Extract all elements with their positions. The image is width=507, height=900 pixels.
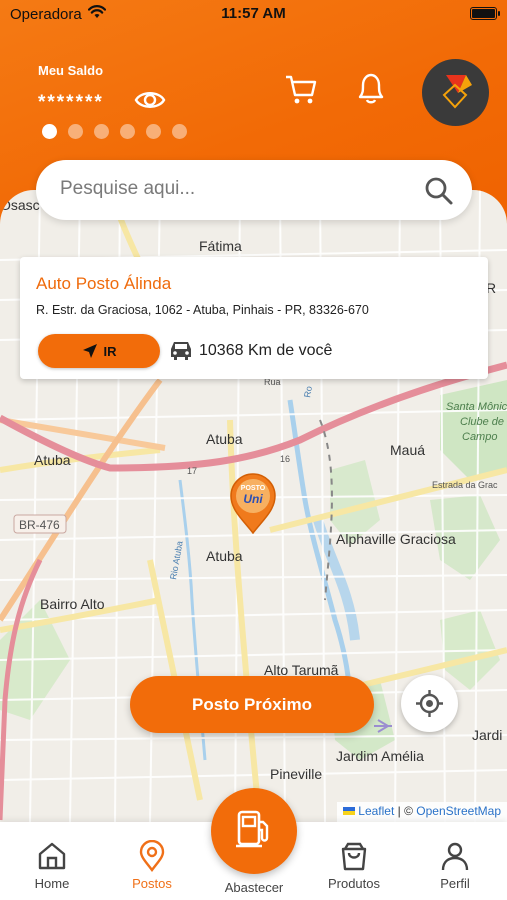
map-label-atuba: Atuba bbox=[206, 431, 243, 447]
crosshair-icon bbox=[416, 690, 443, 717]
navigation-arrow-icon bbox=[82, 344, 97, 358]
shopping-bag-icon bbox=[341, 842, 367, 871]
nav-produtos[interactable]: Produtos bbox=[314, 840, 394, 891]
map-label-maua: Mauá bbox=[390, 442, 425, 458]
pin-label-brand: Uni bbox=[243, 492, 263, 506]
map-label-road-17: 17 bbox=[187, 466, 197, 476]
map-label-santa-monica: Campo bbox=[462, 431, 497, 443]
map-label-estrada: Estrada da Grac bbox=[432, 480, 498, 490]
distance-text: 10368 Km de você bbox=[199, 342, 333, 359]
nearest-station-button[interactable]: Posto Próximo bbox=[130, 676, 374, 733]
station-name: Auto Posto Álinda bbox=[36, 274, 172, 293]
map-label-rio-atuba: Rio Atuba bbox=[168, 540, 185, 580]
map-label-osasco: Osasc bbox=[0, 197, 40, 213]
map-label-santa-monica: Clube de bbox=[460, 416, 504, 428]
user-icon bbox=[441, 842, 469, 871]
map-label-road-16: 16 bbox=[280, 454, 290, 464]
nav-home-label: Home bbox=[34, 876, 70, 891]
map-label-jardim-amelia: Jardim Amélia bbox=[336, 748, 424, 764]
nav-postos[interactable]: Postos bbox=[112, 840, 192, 891]
map-label-pineville: Pineville bbox=[270, 766, 322, 782]
search-icon[interactable] bbox=[424, 176, 454, 206]
go-label: IR bbox=[103, 343, 117, 359]
map-label-atuba: Atuba bbox=[206, 548, 243, 564]
status-bar: Operadora 11:57 AM bbox=[0, 0, 507, 30]
brand-logo[interactable] bbox=[422, 59, 489, 126]
carousel-dot[interactable] bbox=[120, 124, 135, 139]
map-label-alphaville: Alphaville Graciosa bbox=[336, 531, 456, 547]
nav-abastecer-label: Abastecer bbox=[224, 880, 284, 895]
attribution-separator: | © bbox=[394, 804, 417, 818]
map-label-fatima: Fátima bbox=[199, 238, 242, 254]
clock: 11:57 AM bbox=[221, 5, 286, 22]
carousel-dot[interactable] bbox=[172, 124, 187, 139]
nav-produtos-label: Produtos bbox=[327, 876, 381, 891]
cart-icon[interactable] bbox=[284, 72, 318, 106]
map-label-jardim: Jardi bbox=[472, 727, 502, 743]
fuel-pump-icon bbox=[236, 810, 269, 848]
map-attribution: Leaflet | © OpenStreetMap bbox=[336, 802, 507, 822]
nav-perfil-label: Perfil bbox=[440, 876, 470, 891]
search-bar[interactable]: Pesquise aqui... bbox=[36, 160, 472, 220]
map-label-bairro-alto: Bairro Alto bbox=[40, 596, 105, 612]
balance-value: ******* bbox=[38, 92, 104, 113]
carousel-dot[interactable] bbox=[94, 124, 109, 139]
nav-perfil[interactable]: Perfil bbox=[415, 840, 495, 891]
carousel-dot[interactable] bbox=[42, 124, 57, 139]
map-label-santa-monica: Santa Mônic bbox=[446, 401, 507, 413]
station-address: R. Estr. da Graciosa, 1062 - Atuba, Pinh… bbox=[36, 303, 369, 317]
home-icon bbox=[38, 842, 66, 870]
brand-logo-mark bbox=[442, 75, 472, 109]
nav-home[interactable]: Home bbox=[12, 840, 92, 891]
abastecer-button[interactable] bbox=[211, 788, 297, 874]
nav-postos-label: Postos bbox=[132, 876, 172, 891]
go-button[interactable]: IR bbox=[38, 334, 160, 368]
locate-me-button[interactable] bbox=[401, 675, 458, 732]
battery-icon bbox=[470, 7, 500, 20]
bell-icon[interactable] bbox=[354, 70, 388, 106]
balance-label: Meu Saldo bbox=[38, 63, 104, 78]
pin-label-top: POSTO bbox=[241, 485, 266, 492]
carousel-dot[interactable] bbox=[68, 124, 83, 139]
map-label-atuba: Atuba bbox=[34, 452, 71, 468]
map-pin-icon bbox=[139, 840, 165, 872]
search-input[interactable]: Pesquise aqui... bbox=[60, 178, 195, 200]
station-card[interactable]: Auto Posto Álinda R. Estr. da Graciosa, … bbox=[20, 257, 488, 379]
carousel-dot[interactable] bbox=[146, 124, 161, 139]
ukraine-flag-icon bbox=[342, 807, 355, 815]
carousel-dots bbox=[42, 124, 187, 139]
map-label-br476: BR-476 bbox=[19, 518, 60, 532]
osm-link[interactable]: OpenStreetMap bbox=[416, 804, 501, 818]
map-label-ro: Ro bbox=[302, 385, 314, 398]
car-icon bbox=[171, 342, 191, 360]
eye-icon[interactable] bbox=[134, 86, 166, 114]
leaflet-link[interactable]: Leaflet bbox=[358, 804, 394, 818]
station-pin-icon[interactable]: POSTO Uni bbox=[229, 472, 277, 534]
